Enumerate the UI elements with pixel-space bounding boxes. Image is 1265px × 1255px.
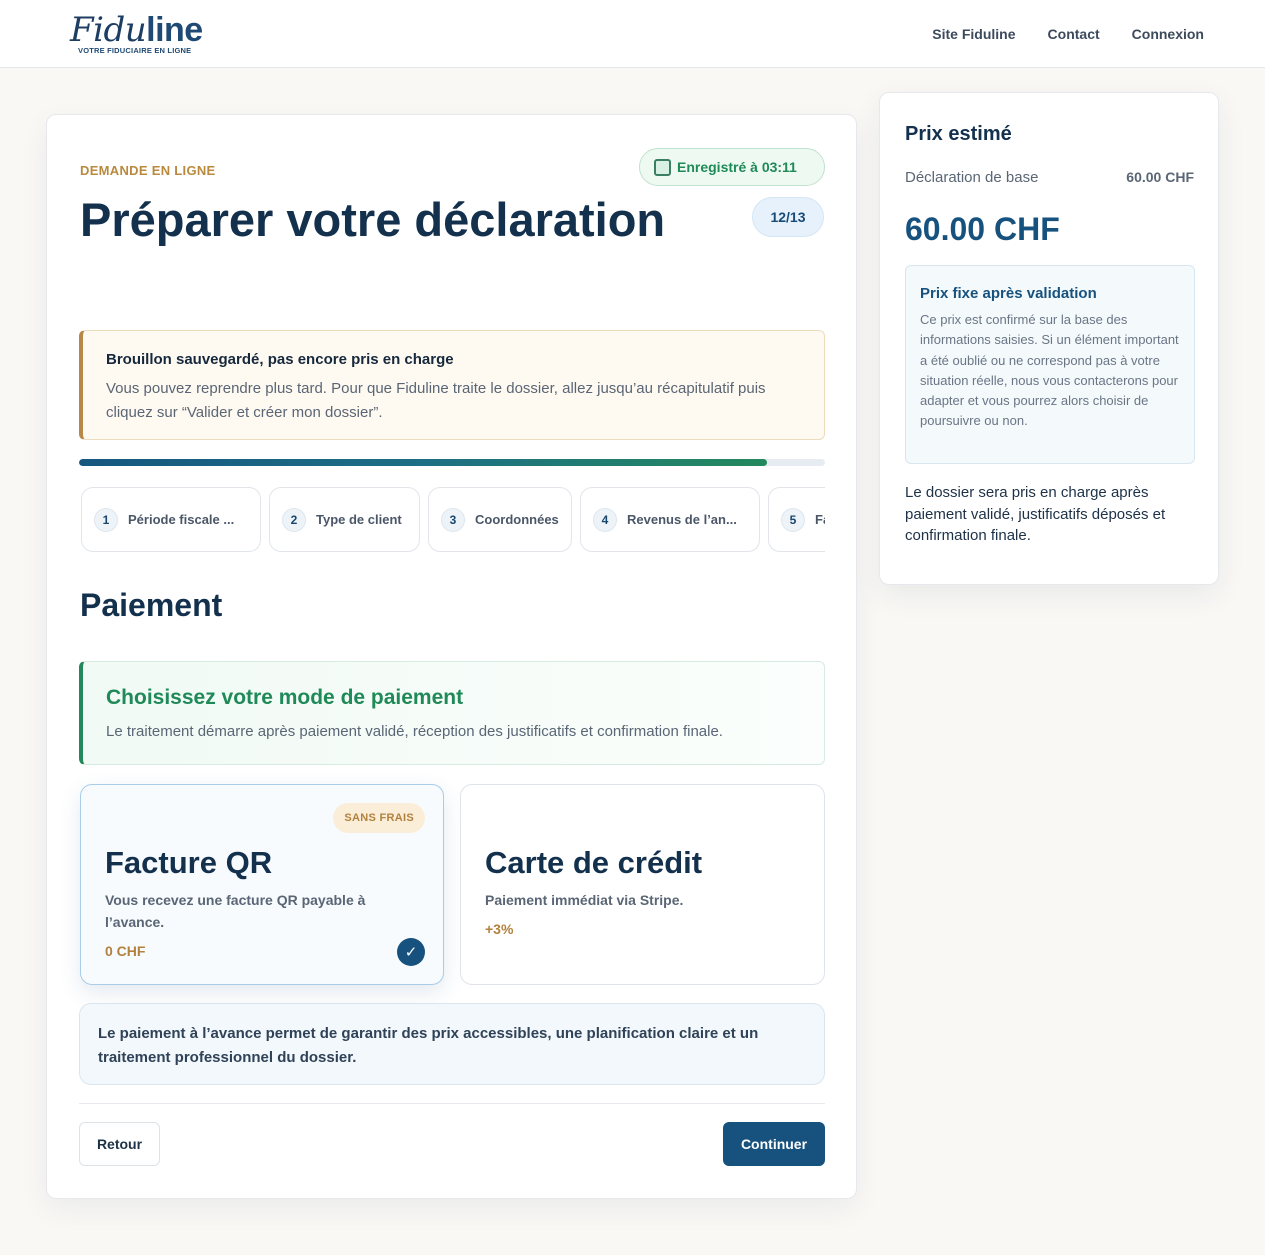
progress-fill (79, 459, 767, 466)
step-tab-4[interactable]: 4 Revenus de l’an... (580, 487, 760, 552)
fixed-price-text: Ce prix est confirmé sur la base des inf… (920, 312, 1179, 429)
step-label: Coordonnées (475, 512, 559, 527)
base-price-value: 60.00 CHF (1126, 169, 1194, 185)
fiduline-logo[interactable]: Fiduline VOTRE FIDUCIAIRE EN LIGNE (70, 10, 210, 58)
top-bar: Fiduline VOTRE FIDUCIAIRE EN LIGNE Site … (0, 0, 1265, 68)
step-number: 3 (441, 507, 465, 532)
step-number: 1 (94, 507, 118, 532)
nav-connexion[interactable]: Connexion (1132, 26, 1204, 42)
option-description: Vous recevez une facture QR payable à l’… (105, 892, 366, 930)
option-title: Carte de crédit (485, 845, 703, 880)
fixed-price-box: Prix fixe après validation Ce prix est c… (905, 265, 1195, 464)
step-label: Type de client (316, 512, 402, 527)
back-button[interactable]: Retour (79, 1122, 160, 1166)
payment-intro-text: Le traitement démarre après paiement val… (106, 723, 723, 740)
price-summary-card: Prix estimé Déclaration de base 60.00 CH… (879, 92, 1219, 585)
draft-notice-title: Brouillon sauvegardé, pas encore pris en… (106, 351, 454, 368)
continue-button[interactable]: Continuer (723, 1122, 825, 1166)
step-number: 5 (781, 507, 805, 532)
divider (79, 1103, 825, 1104)
draft-notice: Brouillon sauvegardé, pas encore pris en… (79, 330, 825, 440)
form-card: DEMANDE EN LIGNE Enregistré à 03:11 12/1… (46, 114, 857, 1199)
payment-option-credit-card[interactable]: Carte de crédit Paiement immédiat via St… (460, 784, 825, 985)
save-icon (654, 158, 671, 176)
option-price: 0 CHF (105, 943, 146, 959)
step-label: Période fiscale ... (128, 512, 235, 527)
prepayment-info: Le paiement à l’avance permet de garanti… (79, 1003, 825, 1085)
fixed-price-title: Prix fixe après validation (920, 285, 1097, 302)
check-icon: ✓ (397, 938, 425, 966)
top-nav: Site Fiduline Contact Connexion (932, 26, 1204, 42)
progress-bar (79, 459, 825, 466)
saved-status-badge: Enregistré à 03:11 (639, 148, 825, 186)
payment-intro-title: Choisissez votre mode de paiement (106, 686, 464, 709)
draft-notice-text: Vous pouvez reprendre plus tard. Pour qu… (106, 380, 766, 421)
step-counter-badge: 12/13 (752, 197, 824, 237)
base-price-label: Déclaration de base (905, 169, 1039, 186)
step-number: 2 (282, 507, 306, 532)
eyebrow-label: DEMANDE EN LIGNE (80, 163, 216, 178)
logo-part2: line (146, 11, 203, 49)
step-number: 4 (593, 507, 617, 532)
step-tab-3[interactable]: 3 Coordonnées (428, 487, 572, 552)
prepayment-info-text: Le paiement à l’avance permet de garanti… (98, 1025, 759, 1066)
logo-tagline: VOTRE FIDUCIAIRE EN LIGNE (78, 46, 192, 55)
logo-part1: Fidu (70, 10, 147, 50)
step-tab-2[interactable]: 2 Type de client (269, 487, 420, 552)
step-tab-1[interactable]: 1 Période fiscale ... (81, 487, 261, 552)
option-description: Paiement immédiat via Stripe. (485, 892, 684, 908)
nav-site-fiduline[interactable]: Site Fiduline (932, 26, 1015, 42)
step-label: Revenus de l’an... (627, 512, 737, 527)
payment-option-qr-invoice[interactable]: SANS FRAIS Facture QR Vous recevez une f… (80, 784, 444, 985)
step-tab-5[interactable]: 5 Fa... (768, 487, 825, 552)
option-title: Facture QR (105, 845, 273, 880)
page-title: Préparer votre déclaration (80, 193, 666, 246)
step-label: Fa... (815, 512, 825, 527)
section-title: Paiement (80, 587, 223, 623)
step-tabs: 1 Période fiscale ... 2 Type de client 3… (79, 487, 825, 555)
option-price: +3% (485, 921, 514, 937)
saved-status-text: Enregistré à 03:11 (677, 159, 797, 175)
logo-wordmark: Fiduline (70, 10, 203, 50)
no-fee-badge: SANS FRAIS (333, 803, 425, 833)
total-price: 60.00 CHF (905, 211, 1060, 247)
payment-intro: Choisissez votre mode de paiement Le tra… (79, 661, 825, 765)
price-summary-title: Prix estimé (905, 123, 1012, 145)
processing-note: Le dossier sera pris en charge après pai… (905, 484, 1166, 544)
nav-contact[interactable]: Contact (1048, 26, 1100, 42)
